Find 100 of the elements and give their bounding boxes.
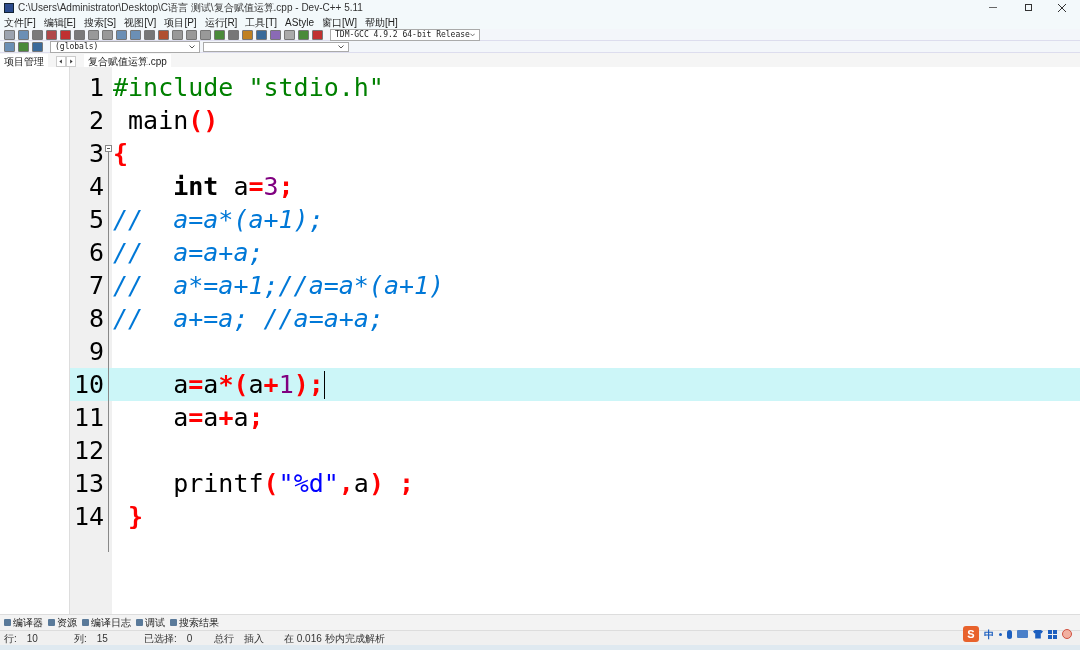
editor-tab[interactable]: 复合赋值运算.cpp bbox=[84, 54, 171, 67]
menu-item[interactable]: 窗口[W] bbox=[321, 14, 357, 30]
window-title: C:\Users\Administrator\Desktop\C语言 测试\复合赋值运算.cpp - Dev-C++ 5.11 bbox=[18, 1, 363, 15]
bottom-tab[interactable]: 搜索结果 bbox=[170, 615, 219, 630]
status-value: 15 bbox=[96, 631, 108, 646]
tool-icon[interactable] bbox=[46, 29, 57, 40]
line-number: 11 bbox=[72, 401, 104, 434]
status-value: 插入 bbox=[244, 631, 264, 646]
line-number: 9 bbox=[87, 335, 104, 368]
menu-item[interactable]: 编辑[E] bbox=[43, 14, 76, 30]
grid-icon[interactable] bbox=[1048, 629, 1057, 639]
tool-icon[interactable] bbox=[102, 29, 113, 40]
menu-item[interactable]: 运行[R] bbox=[204, 14, 238, 30]
status-label: 列: bbox=[74, 631, 87, 646]
tool-icon[interactable] bbox=[116, 29, 127, 40]
line-number: 4 bbox=[87, 170, 104, 203]
tool-icon[interactable] bbox=[18, 29, 29, 40]
tool-icon[interactable] bbox=[312, 29, 323, 40]
tool-icon[interactable] bbox=[298, 29, 309, 40]
close-icon[interactable] bbox=[1058, 3, 1066, 12]
tool-icon[interactable] bbox=[186, 29, 197, 40]
menu-item[interactable]: AStyle bbox=[285, 14, 314, 30]
avatar-icon[interactable] bbox=[1062, 629, 1072, 639]
line-number: 8 bbox=[87, 302, 104, 335]
restore-icon[interactable] bbox=[1025, 4, 1032, 11]
status-value: 0 bbox=[186, 631, 193, 646]
tool-icon[interactable] bbox=[284, 29, 295, 40]
tool-icon[interactable] bbox=[256, 29, 267, 40]
ime-mode[interactable]: 中 bbox=[984, 626, 994, 642]
caret-icon bbox=[469, 32, 475, 37]
line-number: 5 bbox=[87, 203, 104, 236]
code-line: int a=3; bbox=[172, 174, 294, 199]
caret-icon bbox=[338, 44, 344, 49]
tool-icon[interactable] bbox=[158, 29, 169, 40]
code-line: // a*=a+1;//a=a*(a+1) bbox=[113, 273, 445, 298]
tab-icon bbox=[48, 619, 55, 626]
text-caret bbox=[323, 370, 325, 399]
line-number: 13 bbox=[72, 467, 104, 500]
tool-icon[interactable] bbox=[18, 41, 29, 52]
tab-icon bbox=[4, 619, 11, 626]
line-number: 3 bbox=[87, 137, 104, 170]
line-number: 10 bbox=[72, 368, 104, 401]
code-line: printf("%d",a) ; bbox=[172, 471, 415, 496]
tool-icon[interactable] bbox=[74, 29, 85, 40]
tool-icon[interactable] bbox=[32, 29, 43, 40]
tool-icon[interactable] bbox=[270, 29, 281, 40]
symbol-dropdown[interactable] bbox=[203, 41, 349, 52]
menu-item[interactable]: 视图[V] bbox=[124, 14, 157, 30]
code-line: a=a+a; bbox=[172, 405, 264, 430]
tool-icon[interactable] bbox=[4, 29, 15, 40]
tool-icon[interactable] bbox=[242, 29, 253, 40]
line-number: 6 bbox=[87, 236, 104, 269]
menu-item[interactable]: 工具[T] bbox=[245, 14, 278, 30]
tool-icon[interactable] bbox=[60, 29, 71, 40]
tool-icon[interactable] bbox=[228, 29, 239, 40]
status-value: 在 0.016 秒内完成解析 bbox=[284, 631, 385, 646]
tab-left-icon[interactable] bbox=[56, 56, 66, 67]
tab-icon bbox=[82, 619, 89, 626]
bottom-tab[interactable]: 编译日志 bbox=[82, 615, 131, 630]
punctuation-icon[interactable] bbox=[999, 632, 1002, 636]
code-line: main() bbox=[127, 108, 219, 133]
line-number: 14 bbox=[72, 500, 104, 533]
menu-item[interactable]: 项目[P] bbox=[164, 14, 197, 30]
line-number: 7 bbox=[87, 269, 104, 302]
tool-icon[interactable] bbox=[130, 29, 141, 40]
tool-icon[interactable] bbox=[88, 29, 99, 40]
status-label: 总行 bbox=[214, 631, 234, 646]
code-line: // a+=a; //a=a+a; bbox=[113, 306, 384, 331]
side-panel-tab[interactable]: 项目管理 bbox=[0, 54, 48, 67]
fold-marker-icon[interactable] bbox=[105, 145, 112, 152]
code-line: #include "stdio.h" bbox=[113, 75, 384, 100]
menu-item[interactable]: 文件[F] bbox=[4, 14, 36, 30]
tab-right-icon[interactable] bbox=[66, 56, 76, 67]
tool-icon[interactable] bbox=[32, 41, 43, 52]
line-number: 12 bbox=[72, 434, 104, 467]
code-line: a=a*(a+1); bbox=[172, 372, 324, 397]
bottom-tab[interactable]: 资源 bbox=[48, 615, 77, 630]
tool-icon[interactable] bbox=[214, 29, 225, 40]
code-line: } bbox=[127, 504, 144, 529]
menu-item[interactable]: 搜索[S] bbox=[83, 14, 117, 30]
bottom-tab[interactable]: 编译器 bbox=[4, 615, 43, 630]
status-label: 行: bbox=[4, 631, 17, 646]
tab-icon bbox=[170, 619, 177, 626]
status-label: 已选择: bbox=[144, 631, 177, 646]
tool-icon[interactable] bbox=[172, 29, 183, 40]
tool-icon[interactable] bbox=[144, 29, 155, 40]
line-number: 1 bbox=[87, 71, 104, 104]
code-line: // a=a+a; bbox=[113, 240, 264, 265]
microphone-icon[interactable] bbox=[1007, 629, 1012, 639]
status-value: 10 bbox=[26, 631, 38, 646]
code-line: // a=a*(a+1); bbox=[113, 207, 324, 232]
line-number: 2 bbox=[87, 104, 104, 137]
tool-icon[interactable] bbox=[4, 41, 15, 52]
shirt-icon[interactable] bbox=[1033, 629, 1043, 639]
app-logo-icon bbox=[4, 2, 14, 13]
bottom-tab[interactable]: 调试 bbox=[136, 615, 165, 630]
tab-icon bbox=[136, 619, 143, 626]
code-line: { bbox=[113, 141, 129, 166]
menu-item[interactable]: 帮助[H] bbox=[364, 14, 398, 30]
tool-icon[interactable] bbox=[200, 29, 211, 40]
